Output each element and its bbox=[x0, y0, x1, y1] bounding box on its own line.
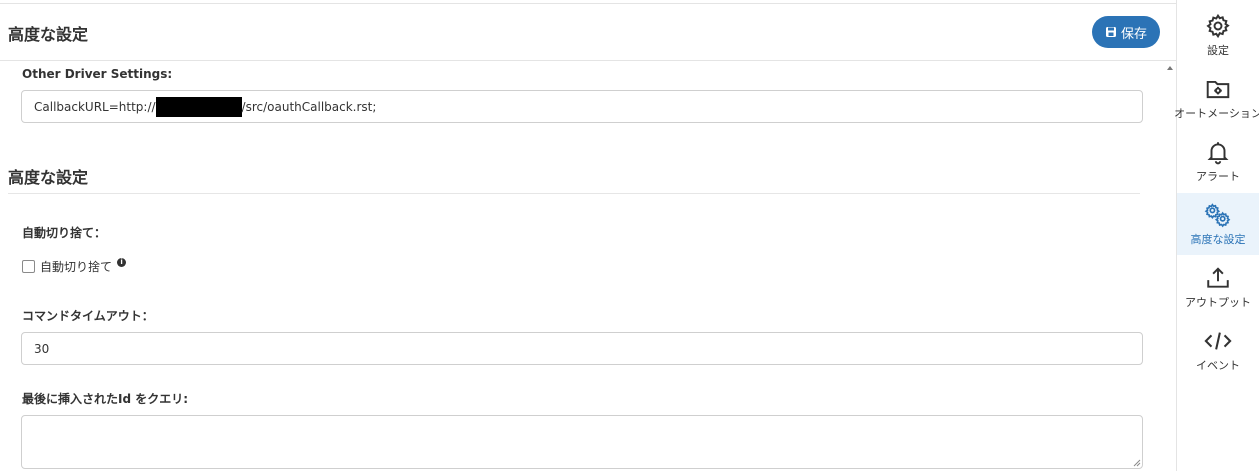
save-button[interactable]: 保存 bbox=[1092, 16, 1160, 48]
save-icon bbox=[1105, 27, 1116, 37]
sidebar-item-label: アウトプット bbox=[1185, 296, 1251, 309]
upload-icon bbox=[1204, 264, 1232, 292]
section-divider bbox=[8, 193, 1140, 194]
sidebar-item-label: 高度な設定 bbox=[1190, 233, 1246, 246]
callback-prefix: CallbackURL=http:// bbox=[34, 99, 156, 114]
header: 高度な設定 保存 bbox=[0, 3, 1176, 61]
sidebar-item-label: アラート bbox=[1196, 170, 1240, 183]
page-title: 高度な設定 bbox=[8, 25, 89, 44]
folder-gear-icon bbox=[1204, 75, 1232, 103]
auto-truncate-label: 自動切り捨て： bbox=[22, 226, 107, 240]
sidebar-item-alerts[interactable]: アラート bbox=[1177, 130, 1259, 192]
auto-truncate-checkbox[interactable] bbox=[22, 260, 35, 273]
other-driver-settings-label: Other Driver Settings: bbox=[22, 67, 173, 81]
sidebar-item-label: オートメーション bbox=[1174, 107, 1259, 120]
sidebar-item-label: 設定 bbox=[1207, 44, 1229, 57]
sidebar-item-settings[interactable]: 設定 bbox=[1177, 4, 1259, 66]
sidebar-item-events[interactable]: イベント bbox=[1177, 319, 1259, 381]
code-icon bbox=[1204, 327, 1232, 355]
gears-icon bbox=[1204, 201, 1232, 229]
app-window: 高度な設定 保存 Other Driver Settings: Callback… bbox=[0, 0, 1259, 471]
last-inserted-id-textarea[interactable] bbox=[21, 415, 1143, 469]
sidebar-item-label: イベント bbox=[1196, 359, 1240, 372]
callback-suffix: /src/oauthCallback.rst; bbox=[241, 99, 377, 114]
redacted-host bbox=[155, 96, 242, 117]
gear-icon bbox=[1204, 12, 1232, 40]
settings-form: Other Driver Settings: CallbackURL=http:… bbox=[0, 62, 1165, 471]
command-timeout-input[interactable]: 30 bbox=[21, 332, 1143, 365]
auto-truncate-checkbox-label[interactable]: 自動切り捨て bbox=[40, 258, 112, 275]
command-timeout-value: 30 bbox=[34, 341, 50, 356]
save-button-label: 保存 bbox=[1120, 25, 1147, 41]
auto-truncate-row: 自動切り捨て i bbox=[22, 258, 127, 275]
sidebar-item-advanced-settings[interactable]: 高度な設定 bbox=[1177, 193, 1259, 255]
last-inserted-id-label: 最後に挿入されたId をクエリ: bbox=[22, 392, 189, 406]
resize-handle-icon[interactable] bbox=[1133, 459, 1141, 467]
right-sidebar: 設定 オートメーション アラート 高度な設定 アウトプット イベント bbox=[1174, 0, 1259, 471]
other-driver-settings-input[interactable]: CallbackURL=http:// /src/oauthCallback.r… bbox=[21, 90, 1143, 123]
sidebar-item-automation[interactable]: オートメーション bbox=[1174, 67, 1259, 129]
scrollbar[interactable] bbox=[1165, 62, 1176, 471]
sidebar-item-output[interactable]: アウトプット bbox=[1177, 256, 1259, 318]
section-title: 高度な設定 bbox=[8, 168, 89, 187]
command-timeout-label: コマンドタイムアウト： bbox=[22, 309, 154, 323]
scroll-up-icon[interactable] bbox=[1167, 66, 1173, 70]
info-icon[interactable]: i bbox=[117, 258, 127, 267]
bell-icon bbox=[1204, 138, 1232, 166]
